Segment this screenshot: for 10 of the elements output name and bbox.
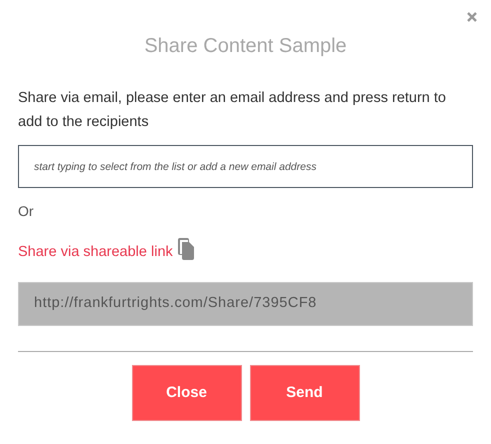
dialog-title: Share Content Sample (144, 34, 347, 58)
email-input-field[interactable]: start typing to select from the list or add a new email address (18, 145, 473, 188)
share-url-field[interactable]: http://frankfurtrights.com/Share/7395CF8 (18, 282, 473, 326)
close-icon[interactable] (467, 12, 477, 22)
instructions-text: Share via email, please enter an email address and press return to add to the recipients (18, 89, 447, 132)
close-button[interactable]: Close (132, 365, 242, 421)
share-link[interactable]: Share via shareable link (18, 242, 173, 262)
send-button[interactable]: Send (250, 365, 360, 421)
copy-icon[interactable] (178, 238, 195, 260)
or-text: Or (18, 202, 34, 220)
